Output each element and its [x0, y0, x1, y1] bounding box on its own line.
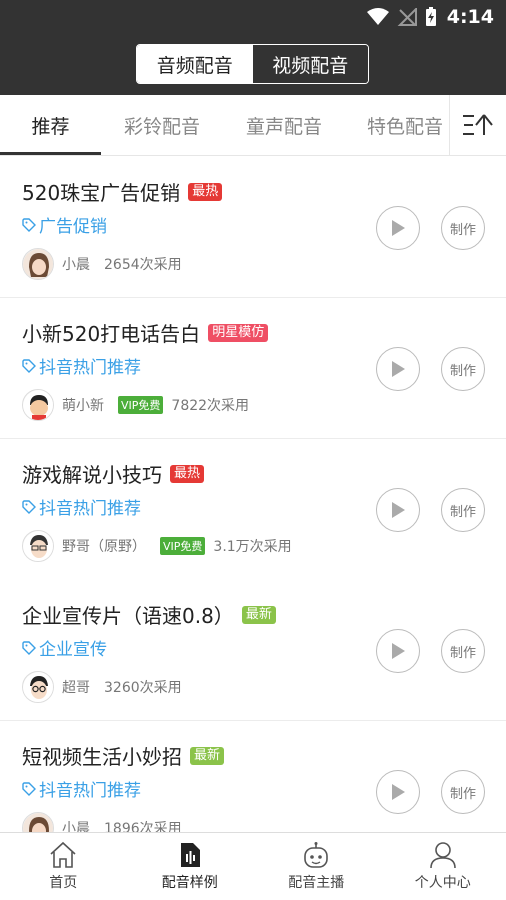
list-item[interactable]: 企业宣传片（语速0.8） 最新 企业宣传 超哥 3260次采用 制作: [0, 580, 506, 721]
list-item[interactable]: 游戏解说小技巧 最热 抖音热门推荐 野哥（原野） VIP免费 3.1万次采用 制…: [0, 439, 506, 580]
battery-charging-icon: [425, 7, 436, 26]
audio-file-icon: [180, 843, 200, 867]
tag-icon: [22, 781, 36, 796]
use-count: 1896次采用: [104, 821, 182, 832]
use-count: 3.1万次采用: [213, 539, 292, 555]
tab-active-indicator: [0, 152, 101, 155]
play-button[interactable]: [376, 770, 420, 814]
category-menu-icon: [463, 114, 493, 135]
list-item[interactable]: 短视频生活小妙招 最新 抖音热门推荐 小晨 1896次采用 制作: [0, 721, 506, 832]
avatar[interactable]: [22, 248, 54, 280]
tab-featured[interactable]: 特色配音: [367, 95, 449, 155]
nav-samples-label: 配音样例: [161, 875, 218, 891]
author-name: 超哥: [62, 680, 90, 696]
tag-icon: [22, 217, 36, 232]
item-title: 游戏解说小技巧: [22, 463, 162, 487]
nav-anchors[interactable]: 配音主播: [253, 833, 380, 900]
list-item[interactable]: 520珠宝广告促销 最热 广告促销 小晨 2654次采用 制作: [0, 157, 506, 298]
avatar[interactable]: [22, 812, 54, 832]
item-title: 小新520打电话告白: [22, 322, 201, 346]
vip-free-badge: VIP免费: [160, 537, 206, 555]
item-badge: 最热: [170, 464, 205, 483]
item-tag-label: 抖音热门推荐: [39, 499, 141, 519]
segment-video[interactable]: 视频配音: [252, 45, 368, 83]
author-name: 萌小新: [62, 398, 104, 414]
status-bar: 4:14: [0, 0, 506, 34]
bottom-navigation: 首页 配音样例 配音主播 个人中心: [0, 832, 506, 900]
play-button[interactable]: [376, 206, 420, 250]
play-icon: [392, 643, 405, 659]
item-badge: 最热: [188, 182, 223, 201]
play-icon: [392, 220, 405, 236]
item-tag[interactable]: 企业宣传: [22, 635, 107, 660]
tab-featured-clip: 特色配音: [340, 95, 449, 155]
make-button[interactable]: 制作: [441, 347, 485, 391]
avatar[interactable]: [22, 389, 54, 421]
author-name: 野哥（原野）: [62, 539, 146, 555]
item-title: 520珠宝广告促销: [22, 181, 181, 205]
tag-icon: [22, 499, 36, 514]
make-button[interactable]: 制作: [441, 206, 485, 250]
use-count: 7822次采用: [171, 398, 250, 414]
play-button[interactable]: [376, 629, 420, 673]
sample-list: 520珠宝广告促销 最热 广告促销 小晨 2654次采用 制作 小新520打电话…: [0, 157, 506, 832]
list-item[interactable]: 小新520打电话告白 明星模仿 抖音热门推荐 萌小新 VIP免费 7822次采用…: [0, 298, 506, 439]
avatar[interactable]: [22, 530, 54, 562]
tab-ringtone[interactable]: 彩铃配音: [110, 95, 214, 155]
item-badge: 最新: [190, 746, 225, 765]
audio-video-toggle: 音频配音 视频配音: [136, 44, 369, 84]
tag-icon: [22, 640, 36, 655]
item-tag[interactable]: 广告促销: [22, 212, 107, 237]
nav-profile[interactable]: 个人中心: [380, 833, 506, 900]
person-icon: [429, 842, 456, 869]
nav-home[interactable]: 首页: [0, 833, 127, 900]
vip-free-badge: VIP免费: [118, 396, 164, 414]
item-tag-label: 抖音热门推荐: [39, 358, 141, 378]
play-button[interactable]: [376, 488, 420, 532]
make-button[interactable]: 制作: [441, 629, 485, 673]
author-name: 小晨: [62, 821, 90, 832]
no-signal-icon: [397, 8, 417, 26]
item-tag[interactable]: 抖音热门推荐: [22, 776, 141, 801]
item-badge: 明星模仿: [208, 323, 269, 342]
play-button[interactable]: [376, 347, 420, 391]
tag-icon: [22, 358, 36, 373]
item-tag-label: 企业宣传: [39, 640, 107, 660]
item-tag[interactable]: 抖音热门推荐: [22, 353, 141, 378]
nav-profile-label: 个人中心: [414, 875, 471, 891]
use-count: 3260次采用: [104, 680, 182, 696]
play-icon: [392, 361, 405, 377]
author-name: 小晨: [62, 257, 90, 273]
item-tag-label: 抖音热门推荐: [39, 781, 141, 801]
item-badge: 最新: [241, 605, 276, 624]
make-button[interactable]: 制作: [441, 488, 485, 532]
category-tabs: 推荐 彩铃配音 童声配音 特色配音: [0, 95, 506, 156]
item-title: 企业宣传片（语速0.8）: [22, 604, 234, 628]
wifi-icon: [366, 8, 389, 25]
nav-anchors-label: 配音主播: [288, 875, 345, 891]
tab-child-voice[interactable]: 童声配音: [232, 95, 336, 155]
use-count: 2654次采用: [104, 257, 182, 273]
play-icon: [392, 502, 405, 518]
avatar[interactable]: [22, 671, 54, 703]
nav-samples[interactable]: 配音样例: [127, 833, 254, 900]
app-header: 4:14 音频配音 视频配音: [0, 0, 506, 95]
item-tag[interactable]: 抖音热门推荐: [22, 494, 141, 519]
robot-face-icon: [304, 842, 329, 868]
item-tag-label: 广告促销: [39, 217, 107, 237]
item-title: 短视频生活小妙招: [22, 745, 182, 769]
status-time: 4:14: [446, 6, 494, 28]
play-icon: [392, 784, 405, 800]
segment-audio[interactable]: 音频配音: [137, 45, 253, 83]
tab-recommend[interactable]: 推荐: [0, 95, 101, 155]
home-icon: [50, 841, 76, 868]
nav-home-label: 首页: [49, 875, 78, 891]
make-button[interactable]: 制作: [441, 770, 485, 814]
tab-more-button[interactable]: [449, 95, 506, 155]
